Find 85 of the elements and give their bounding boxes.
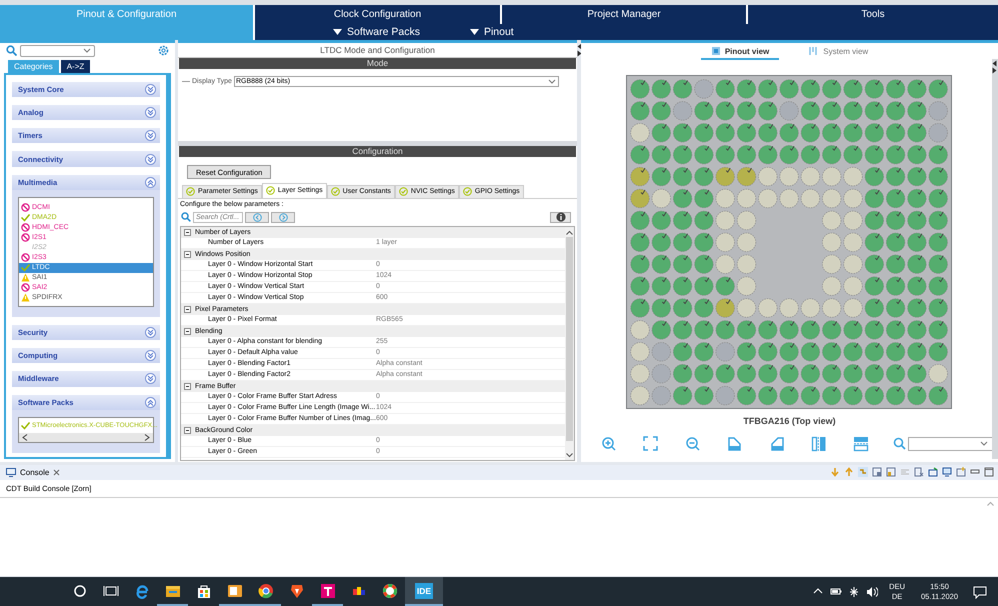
next-button[interactable] [271, 212, 295, 223]
new-console-icon[interactable] [956, 467, 966, 478]
blocked-icon [21, 203, 30, 212]
notification-icon[interactable] [973, 584, 987, 598]
monitor-icon [6, 468, 16, 477]
info-button[interactable] [550, 212, 571, 223]
scroll-lock-icon[interactable] [886, 467, 896, 478]
collapse-icon[interactable] [184, 250, 191, 258]
link-icon[interactable] [858, 467, 868, 478]
chip-caption: TFBGA216 (Top view) [743, 416, 836, 426]
volume-icon[interactable] [866, 586, 878, 598]
round-browser-icon [258, 582, 274, 598]
console-tab[interactable]: Console [6, 468, 60, 477]
mail-app-icon [226, 582, 242, 598]
chip-pinout-drawing[interactable] [626, 74, 952, 409]
collapse-right-icon[interactable] [992, 60, 997, 74]
close-icon[interactable] [53, 468, 60, 476]
circle-icon [72, 582, 88, 598]
pin-window-icon[interactable] [928, 467, 938, 478]
check-icon [21, 213, 30, 222]
check-icon [21, 263, 30, 272]
rotate-right-icon[interactable] [727, 436, 743, 452]
warning-icon [21, 293, 30, 302]
bars-icon [809, 46, 820, 56]
check-circle-icon [186, 187, 195, 196]
left-arrow-icon [252, 212, 262, 222]
rotate-left-icon[interactable] [769, 436, 785, 452]
search-icon [181, 212, 191, 222]
menu-button[interactable]: Software Packs [333, 26, 420, 38]
right-arrow-icon [278, 212, 288, 222]
view-tab[interactable]: System view [799, 44, 878, 60]
chevron-down-icon [83, 48, 91, 54]
check-circle-icon [266, 186, 275, 196]
search-icon [6, 45, 17, 56]
horizontal-split-icon[interactable] [853, 436, 869, 452]
blocked-icon [21, 233, 30, 242]
search-field[interactable] [20, 44, 95, 57]
view-tab[interactable]: Pinout view [700, 44, 780, 60]
shield-icon [288, 582, 304, 598]
zoom-in-icon[interactable] [601, 436, 617, 452]
info-icon [556, 212, 566, 222]
chevron-down-icon [980, 441, 988, 446]
zoom-out-icon[interactable] [685, 436, 701, 452]
chip-icon [710, 46, 721, 56]
settings-icon[interactable] [158, 45, 169, 56]
main-tab[interactable]: Project Manager [502, 4, 746, 24]
collapse-icon[interactable] [184, 426, 191, 434]
caret-down-icon [470, 28, 479, 35]
search-icon [893, 437, 906, 450]
blocked-icon [21, 283, 30, 292]
blocked-icon [21, 223, 30, 232]
shopping-bag-icon [196, 582, 212, 598]
vertical-split-icon[interactable] [811, 436, 827, 452]
caret-down-icon [333, 28, 342, 35]
warning-icon [21, 273, 30, 282]
check-circle-icon [462, 187, 472, 196]
check-icon [21, 421, 30, 430]
scrollbar[interactable] [992, 58, 998, 459]
collapse-icon[interactable] [184, 382, 191, 390]
browser-icon [134, 582, 150, 598]
collapse-icon[interactable] [184, 306, 191, 313]
maximize-icon[interactable] [984, 467, 994, 478]
scrollbar[interactable] [19, 432, 153, 442]
blocked-icon [21, 253, 30, 262]
collapse-icon[interactable] [184, 228, 191, 236]
view-tab[interactable]: A->Z [60, 60, 90, 73]
battery-icon[interactable] [830, 586, 842, 598]
menu-button[interactable]: Pinout [470, 26, 514, 38]
collapse-icon[interactable] [184, 328, 191, 335]
section-header: Configuration [179, 146, 576, 157]
lock-view-icon[interactable] [872, 467, 882, 478]
fit-screen-icon[interactable] [643, 436, 659, 452]
scrollbar[interactable] [565, 226, 574, 460]
section-header: Mode [179, 58, 576, 69]
color-wheel-icon [382, 582, 398, 598]
main-tab[interactable]: Tools [748, 4, 998, 24]
previous-button[interactable] [245, 212, 269, 223]
check-circle-icon [398, 187, 408, 196]
app-icon [320, 582, 336, 598]
clear-icon[interactable] [914, 467, 924, 478]
main-tab[interactable]: Clock Configuration [255, 4, 500, 24]
chevron-down-icon [548, 78, 556, 84]
display-console-icon[interactable] [942, 467, 952, 478]
search-field[interactable] [908, 436, 993, 451]
check-circle-icon [330, 187, 340, 196]
